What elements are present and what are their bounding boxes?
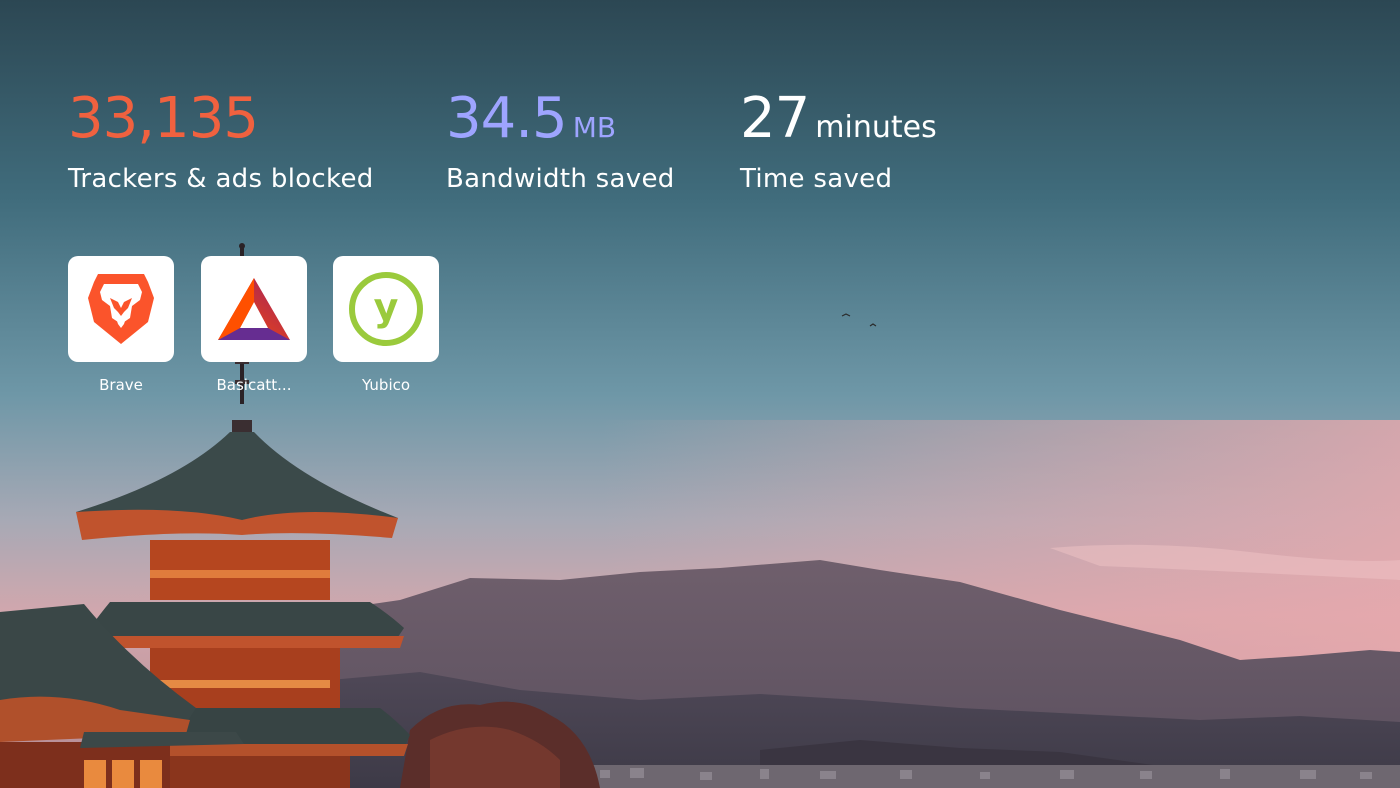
stat-time-saved: 27 minutes Time saved (740, 86, 937, 194)
top-site-label: Brave (99, 376, 143, 394)
top-site-label: Yubico (361, 376, 411, 394)
bandwidth-unit: MB (572, 111, 617, 144)
stat-value-row: 33,135 (68, 86, 374, 152)
time-value: 27 (740, 86, 810, 151)
bandwidth-value: 34.5 (446, 86, 568, 151)
top-site-brave[interactable]: Brave (68, 256, 174, 394)
stat-value-row: 34.5 MB (446, 86, 675, 152)
trackers-label: Trackers & ads blocked (68, 164, 374, 194)
tile-icon-box[interactable]: y (333, 256, 439, 362)
top-site-yubico[interactable]: y Yubico (333, 256, 439, 394)
time-label: Time saved (740, 164, 893, 194)
basic-attention-token-icon (218, 278, 290, 340)
tile-icon-box[interactable] (68, 256, 174, 362)
svg-text:y: y (374, 285, 399, 329)
yubico-icon: y (349, 272, 423, 346)
top-site-basicattentiontoken[interactable]: Basicatt... (201, 256, 307, 394)
time-unit: minutes (815, 110, 937, 145)
trackers-count: 33,135 (68, 86, 259, 151)
stat-bandwidth-saved: 34.5 MB Bandwidth saved (446, 86, 675, 194)
stat-trackers-blocked: 33,135 Trackers & ads blocked (68, 86, 374, 194)
brave-lion-icon (88, 274, 154, 344)
bandwidth-label: Bandwidth saved (446, 164, 675, 194)
top-site-label: Basicatt... (216, 376, 292, 394)
tile-icon-box[interactable] (201, 256, 307, 362)
new-tab-page: 33,135 Trackers & ads blocked 34.5 MB Ban… (0, 0, 1400, 788)
stat-value-row: 27 minutes (740, 86, 937, 152)
